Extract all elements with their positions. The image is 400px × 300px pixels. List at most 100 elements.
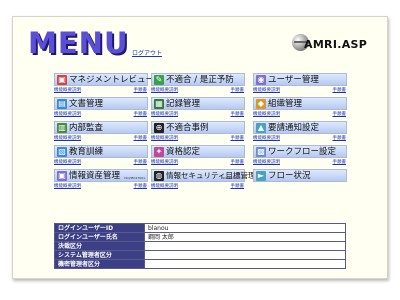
menu-item-button[interactable]: ▣ マネジメントレビュー bbox=[54, 73, 154, 86]
menu-item-links bbox=[253, 182, 347, 190]
overview-link[interactable]: 機能概要説明 bbox=[151, 111, 178, 117]
record-icon: ▦ bbox=[154, 99, 164, 109]
menu-item-button[interactable]: ▧ 教育訓練 bbox=[54, 145, 148, 158]
menu-item-button[interactable]: ▩ ワークフロー設定 bbox=[253, 145, 347, 158]
manual-link[interactable]: 手順書 bbox=[134, 159, 148, 165]
menu-item-label: 文書管理 bbox=[69, 99, 104, 109]
login-info-table: ログインユーザーID blanou ログインユーザー氏名 鋼岡 太郎 決裁区分 システム管… bbox=[54, 223, 346, 269]
manual-link[interactable]: 手順書 bbox=[231, 159, 245, 165]
overview-link[interactable]: 機能概要説明 bbox=[54, 135, 81, 141]
menu-item[interactable]: ▥ 内部監査 機能概要説明 手順書 bbox=[54, 121, 148, 142]
manual-link[interactable]: 手順書 bbox=[134, 111, 148, 117]
menu-item-button[interactable]: ▲ 要請通知設定 bbox=[253, 121, 347, 134]
manual-link[interactable]: 手順書 bbox=[333, 111, 347, 117]
menu-item[interactable]: ▦ 記録管理 機能概要説明 手順書 bbox=[151, 97, 245, 118]
overview-link[interactable]: 機能概要説明 bbox=[253, 111, 280, 117]
manual-link[interactable]: 手順書 bbox=[231, 183, 245, 189]
info-key: 決裁区分 bbox=[54, 241, 145, 251]
menu-item-button[interactable]: ▣ 情報資産管理 ISO/IEC27001 bbox=[54, 169, 148, 182]
nonconformity-icon: ⊕ bbox=[154, 123, 164, 133]
overview-link[interactable]: 機能概要説明 bbox=[253, 135, 280, 141]
notification-icon: ▲ bbox=[256, 123, 266, 133]
manual-link[interactable]: 手順書 bbox=[231, 135, 245, 141]
menu-item[interactable]: ▤ 文書管理 機能概要説明 手順書 bbox=[54, 97, 148, 118]
organization-icon: ◆ bbox=[256, 99, 266, 109]
iso-tag: ISO/IEC27001 bbox=[124, 176, 145, 180]
info-value bbox=[144, 241, 346, 251]
menu-item-label: フロー状況 bbox=[268, 171, 311, 181]
manual-link[interactable]: 手順書 bbox=[333, 135, 347, 141]
certification-icon: ✦ bbox=[154, 147, 164, 157]
menu-item-label: 要請通知設定 bbox=[268, 123, 320, 133]
menu-item[interactable]: ▩ ワークフロー設定 機能概要説明 手順書 bbox=[253, 145, 347, 166]
info-row: システム管理者区分 bbox=[54, 250, 346, 260]
menu-item-button[interactable]: ✎ 不適合 / 是正予防 bbox=[151, 73, 245, 86]
menu-item-label: マネジメントレビュー bbox=[69, 75, 155, 85]
menu-item[interactable]: ⊕ 不適合事例 機能概要説明 手順書 bbox=[151, 121, 245, 142]
menu-item-button[interactable]: ◆ 組織管理 bbox=[253, 97, 347, 110]
overview-link[interactable]: 機能概要説明 bbox=[54, 183, 81, 189]
overview-link[interactable]: 機能概要説明 bbox=[151, 135, 178, 141]
logout-link[interactable]: ログアウト bbox=[132, 48, 162, 57]
menu-item-button[interactable]: ▥ 内部監査 bbox=[54, 121, 148, 134]
menu-item[interactable]: ▣ マネジメントレビュー 機能概要説明 手順書 bbox=[54, 73, 154, 94]
menu-item-button[interactable]: ⊕ 不適合事例 bbox=[151, 121, 245, 134]
overview-link[interactable]: 機能概要説明 bbox=[151, 183, 178, 189]
overview-link[interactable]: 機能概要説明 bbox=[151, 159, 178, 165]
manual-link[interactable]: 手順書 bbox=[333, 159, 347, 165]
flow-status-icon: ► bbox=[256, 171, 266, 181]
menu-item-button[interactable]: ✦ 資格認定 bbox=[151, 145, 245, 158]
menu-item-label: 組織管理 bbox=[268, 99, 303, 109]
iso-tag: ISO/IEC27001 bbox=[221, 176, 242, 180]
menu-item-label: ユーザー管理 bbox=[268, 75, 319, 85]
menu-item[interactable]: ▣ 情報資産管理 ISO/IEC27001 機能概要説明 手順書 bbox=[54, 169, 148, 190]
menu-item-label: 不適合 / 是正予防 bbox=[166, 75, 234, 85]
menu-item-links: 機能概要説明 手順書 bbox=[54, 134, 148, 142]
overview-link[interactable]: 機能概要説明 bbox=[54, 111, 81, 117]
menu-item-button[interactable]: ► フロー状況 bbox=[253, 169, 347, 182]
overview-link[interactable]: 機能概要説明 bbox=[253, 159, 280, 165]
info-key: ログインユーザー氏名 bbox=[54, 232, 145, 242]
manual-link[interactable]: 手順書 bbox=[134, 135, 148, 141]
menu-item-links: 機能概要説明 手順書 bbox=[54, 182, 148, 190]
menu-item[interactable]: ◍ 情報セキュリティ目標管理 ISO/IEC27001 機能概要説明 手順書 bbox=[151, 169, 256, 190]
menu-item-button[interactable]: ◍ 情報セキュリティ目標管理 ISO/IEC27001 bbox=[151, 169, 256, 182]
menu-item[interactable]: ▧ 教育訓練 機能概要説明 手順書 bbox=[54, 145, 148, 166]
menu-item[interactable]: ✦ 資格認定 機能概要説明 手順書 bbox=[151, 145, 245, 166]
menu-item[interactable]: ► フロー状況 bbox=[253, 169, 347, 190]
manual-link[interactable]: 手順書 bbox=[231, 111, 245, 117]
info-row: 機密管理者区分 bbox=[54, 259, 346, 269]
menu-item-button[interactable]: ▦ 記録管理 bbox=[151, 97, 245, 110]
info-row: ログインユーザー氏名 鋼岡 太郎 bbox=[54, 232, 346, 242]
info-value: blanou bbox=[144, 223, 346, 233]
menu-item-links: 機能概要説明 手順書 bbox=[151, 134, 245, 142]
menu-item-label: 情報セキュリティ目標管理 bbox=[166, 171, 256, 180]
overview-link[interactable]: 機能概要説明 bbox=[54, 87, 81, 93]
menu-item[interactable]: ◉ ユーザー管理 機能概要説明 手順書 bbox=[253, 73, 347, 94]
menu-item-links: 機能概要説明 手順書 bbox=[151, 86, 245, 94]
info-value bbox=[144, 250, 346, 260]
menu-item-links: 機能概要説明 手順書 bbox=[54, 110, 148, 118]
manual-link[interactable]: 手順書 bbox=[134, 87, 148, 93]
manual-link[interactable]: 手順書 bbox=[231, 87, 245, 93]
manual-link[interactable]: 手順書 bbox=[134, 183, 148, 189]
menu-item-label: 不適合事例 bbox=[166, 123, 209, 133]
manual-link[interactable]: 手順書 bbox=[333, 87, 347, 93]
overview-link[interactable]: 機能概要説明 bbox=[253, 87, 280, 93]
info-value: 鋼岡 太郎 bbox=[144, 232, 346, 242]
menu-item-links: 機能概要説明 手順書 bbox=[54, 86, 148, 94]
menu-item[interactable]: ▲ 要請通知設定 機能概要説明 手順書 bbox=[253, 121, 347, 142]
info-key: システム管理者区分 bbox=[54, 250, 145, 260]
overview-link[interactable]: 機能概要説明 bbox=[54, 159, 81, 165]
menu-item[interactable]: ✎ 不適合 / 是正予防 機能概要説明 手順書 bbox=[151, 73, 245, 94]
page-title: MENU bbox=[28, 26, 129, 60]
menu-item-label: 記録管理 bbox=[166, 99, 201, 109]
management-review-icon: ▣ bbox=[57, 75, 67, 85]
menu-item-button[interactable]: ▤ 文書管理 bbox=[54, 97, 148, 110]
menu-item-button[interactable]: ◉ ユーザー管理 bbox=[253, 73, 347, 86]
overview-link[interactable]: 機能概要説明 bbox=[151, 87, 178, 93]
menu-item[interactable]: ◆ 組織管理 機能概要説明 手順書 bbox=[253, 97, 347, 118]
menu-item-links: 機能概要説明 手順書 bbox=[151, 110, 245, 118]
user-admin-icon: ◉ bbox=[256, 75, 266, 85]
training-icon: ▧ bbox=[57, 147, 67, 157]
